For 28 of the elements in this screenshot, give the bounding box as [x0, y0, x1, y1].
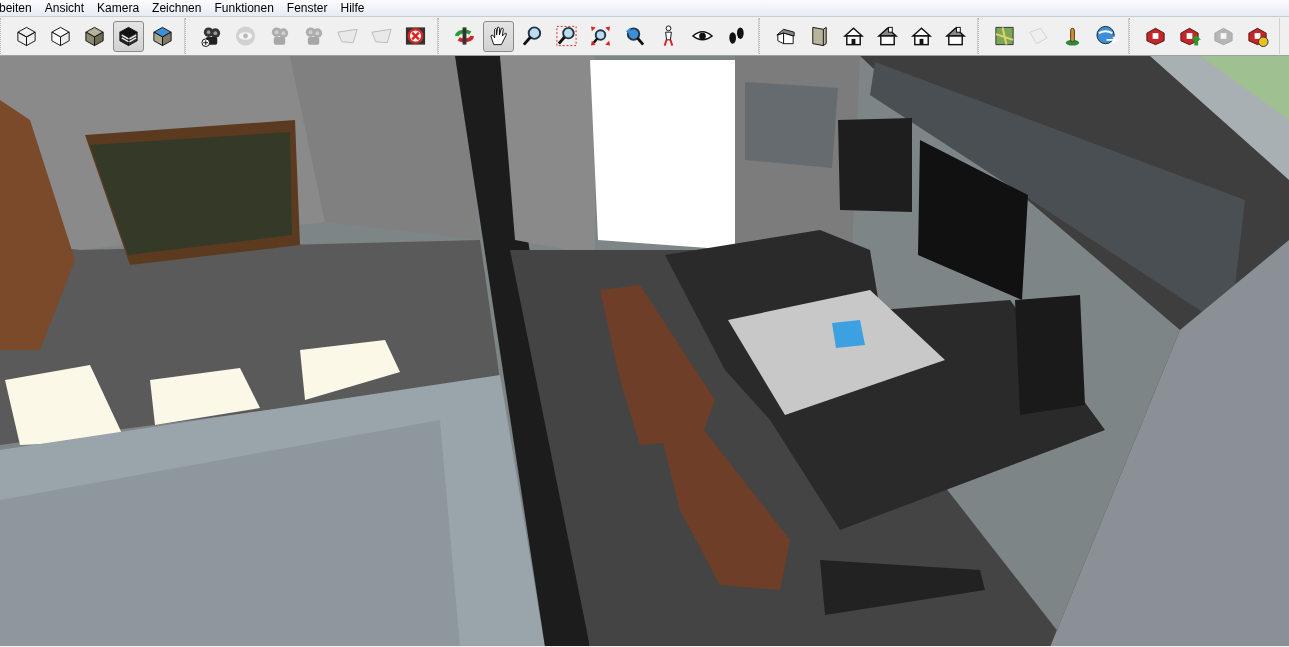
menu-item[interactable]: Kamera [97, 0, 147, 16]
hand-icon [487, 24, 510, 48]
magnifier-arrows-icon [589, 24, 612, 48]
menu-item[interactable]: Zeichnen [152, 0, 209, 16]
menu-item[interactable]: Fenster [286, 0, 335, 16]
hand-tool-button[interactable] [483, 20, 514, 52]
camera-add-icon [200, 24, 223, 48]
menu-item[interactable]: beiten [0, 0, 39, 16]
striped-cube-tool-button[interactable] [113, 20, 144, 52]
house-icon [910, 24, 933, 48]
shaded-cube-icon [83, 24, 106, 48]
two-tone-cube-icon [151, 24, 174, 48]
striped-cube-icon [117, 24, 140, 48]
house-icon [876, 24, 899, 48]
orbit-arrows-icon [453, 24, 476, 48]
house-icon [842, 24, 865, 48]
map-icon [993, 24, 1016, 48]
menu-item[interactable]: Hilfe [340, 0, 372, 16]
eye-disc-icon [234, 24, 257, 48]
solid-cube-icon [49, 24, 72, 48]
menu-item[interactable]: Funktionen [214, 0, 281, 16]
cancel-icon [404, 24, 427, 48]
magnifier-icon [521, 24, 544, 48]
wireframe-cube-icon [15, 24, 38, 48]
magnifier-arrow-icon [623, 24, 646, 48]
menu-item[interactable]: Ansicht [44, 0, 92, 16]
house-icon [944, 24, 967, 48]
magnifier-frame-icon [555, 24, 578, 48]
